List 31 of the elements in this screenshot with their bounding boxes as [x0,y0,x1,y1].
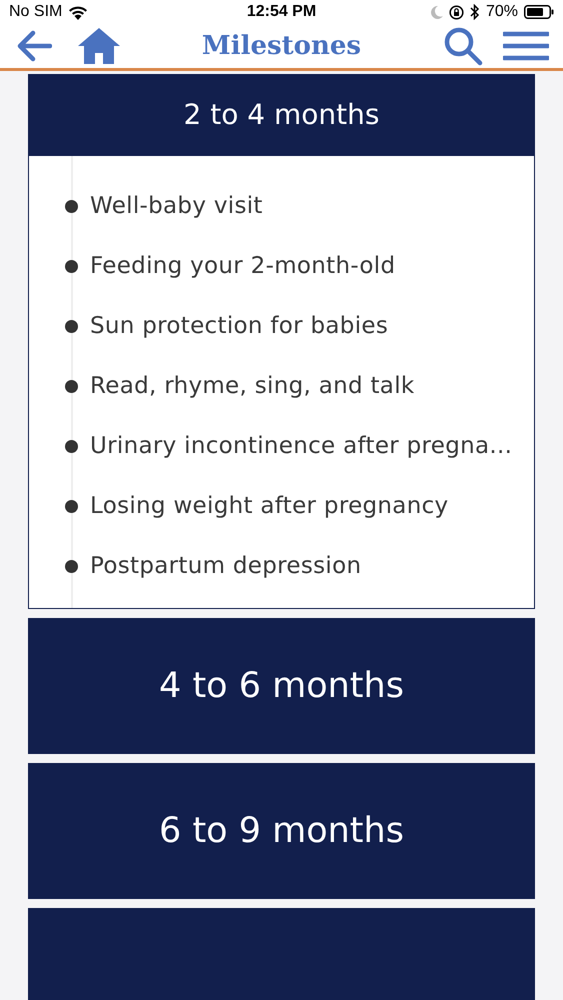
battery-icon [524,5,554,19]
milestone-link[interactable]: Postpartum depression [29,536,534,596]
bullet-icon [65,260,78,272]
milestone-link[interactable]: Well-baby visit [29,176,534,236]
section-header[interactable]: 6 to 9 months [28,763,535,899]
clock-time: 12:54 PM [246,2,316,22]
milestone-link[interactable]: Sun protection for babies [29,296,534,356]
bullet-icon [65,560,78,572]
wifi-icon [68,4,88,20]
home-icon [78,28,120,64]
bullet-icon [65,380,78,392]
page-title: Milestones [202,30,362,62]
milestone-link[interactable]: Losing weight after pregnancy [29,476,534,536]
milestone-link[interactable]: Feeding your 2-month-old [29,236,534,296]
bullet-icon [65,320,78,332]
home-button[interactable] [76,26,122,66]
milestone-link[interactable]: Urinary incontinence after pregna... [29,416,534,476]
milestone-link[interactable]: Read, rhyme, sing, and talk [29,356,534,416]
search-icon [443,26,483,66]
rotation-lock-icon [448,4,464,20]
bullet-icon [65,500,78,512]
section-header[interactable]: 4 to 6 months [28,618,535,754]
section-header[interactable]: 2 to 4 months [28,74,535,156]
bullet-icon [65,200,78,212]
carrier-label: No SIM [9,2,62,22]
bullet-icon [65,440,78,452]
battery-percent: 70% [486,2,518,22]
menu-icon [503,31,549,61]
back-arrow-icon [16,30,52,62]
moon-icon [430,6,443,18]
bluetooth-icon [470,4,480,20]
